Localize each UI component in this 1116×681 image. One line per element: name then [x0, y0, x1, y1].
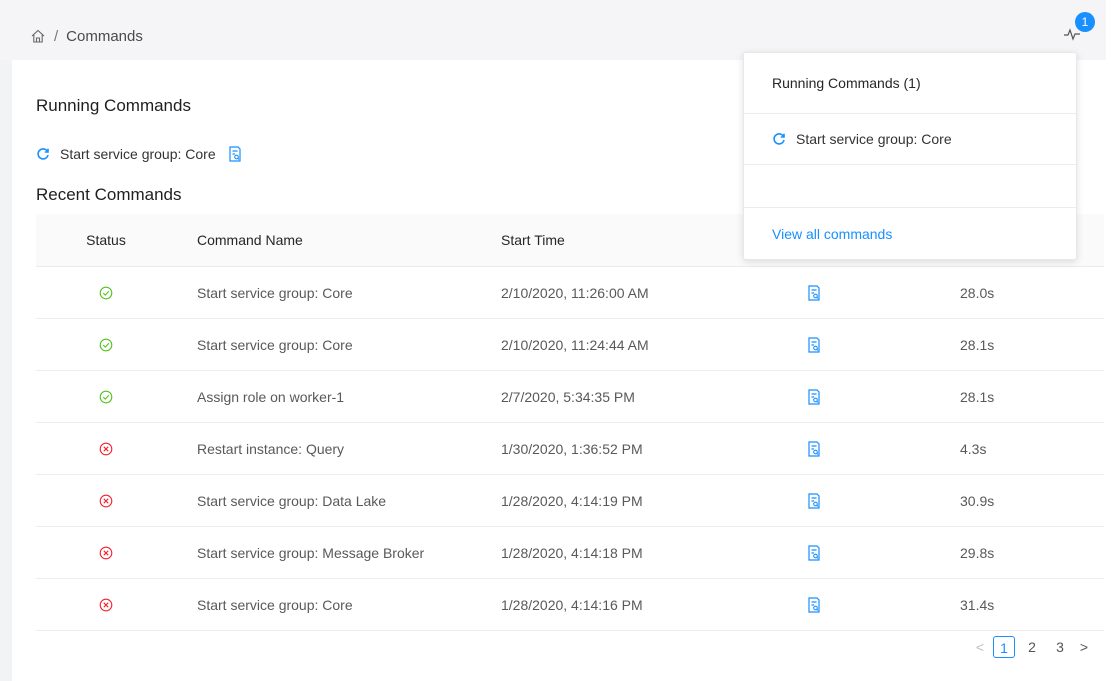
log-file-icon[interactable]	[780, 440, 940, 457]
sync-spinning-icon	[37, 148, 49, 160]
error-x-icon	[36, 442, 176, 456]
duration-cell: 28.0s	[960, 284, 995, 301]
breadcrumb-current: Commands	[66, 27, 143, 45]
start-time-cell: 2/7/2020, 5:34:35 PM	[501, 388, 635, 405]
command-name-cell: Start service group: Core	[197, 284, 353, 301]
command-name-cell: Start service group: Data Lake	[197, 492, 387, 509]
command-name-cell: Assign role on worker-1	[197, 388, 345, 405]
table-row[interactable]: Start service group: Message Broker 1/28/…	[36, 527, 1104, 579]
dropdown-running-item[interactable]: Start service group: Core	[744, 114, 1076, 165]
left-gutter	[0, 60, 12, 681]
pagination: < 1 2 3 >	[970, 636, 1094, 658]
duration-cell: 28.1s	[960, 336, 995, 353]
sync-spinning-icon	[773, 133, 785, 145]
log-file-icon[interactable]	[780, 336, 940, 353]
duration-cell: 4.3s	[960, 440, 987, 457]
dropdown-item-label: Start service group: Core	[796, 131, 952, 147]
duration-cell: 29.8s	[960, 544, 995, 561]
start-time-cell: 1/30/2020, 1:36:52 PM	[501, 440, 643, 457]
table-row[interactable]: Start service group: Data Lake 1/28/2020,…	[36, 475, 1104, 527]
notification-badge[interactable]: 1	[1075, 12, 1095, 32]
recent-commands-heading: Recent Commands	[36, 185, 182, 204]
duration-cell: 31.4s	[960, 596, 995, 613]
breadcrumb-separator: /	[54, 27, 59, 45]
start-time-cell: 2/10/2020, 11:24:44 AM	[501, 336, 649, 353]
command-name-cell: Restart instance: Query	[197, 440, 345, 457]
success-check-icon	[36, 286, 176, 300]
breadcrumb: / Commands	[30, 26, 143, 46]
command-name-cell: Start service group: Core	[197, 336, 353, 353]
dropdown-spacer	[744, 165, 1076, 208]
running-commands-dropdown: Running Commands (1) Start service group…	[743, 52, 1077, 260]
success-check-icon	[36, 390, 176, 404]
start-time-cell: 1/28/2020, 4:14:19 PM	[501, 492, 643, 509]
start-time-cell: 1/28/2020, 4:14:18 PM	[501, 544, 643, 561]
pagination-next[interactable]: >	[1074, 639, 1094, 655]
log-file-icon[interactable]	[228, 146, 242, 162]
dropdown-title: Running Commands (1)	[744, 53, 1076, 114]
column-status[interactable]: Status	[36, 232, 176, 248]
column-start-time[interactable]: Start Time	[480, 232, 780, 248]
pagination-prev[interactable]: <	[970, 639, 990, 655]
log-file-icon[interactable]	[780, 492, 940, 509]
view-all-commands-link[interactable]: View all commands	[744, 208, 1076, 260]
duration-cell: 30.9s	[960, 492, 995, 509]
error-x-icon	[36, 494, 176, 508]
pagination-page-2[interactable]: 2	[1021, 636, 1043, 658]
pagination-page-1[interactable]: 1	[993, 636, 1015, 658]
error-x-icon	[36, 598, 176, 612]
top-bar	[0, 0, 1106, 60]
error-x-icon	[36, 546, 176, 560]
table-row[interactable]: Start service group: Core 2/10/2020, 11:2…	[36, 267, 1104, 319]
running-command-label: Start service group: Core	[60, 146, 216, 162]
log-file-icon[interactable]	[780, 388, 940, 405]
start-time-cell: 1/28/2020, 4:14:16 PM	[501, 596, 643, 613]
table-row[interactable]: Start service group: Core 1/28/2020, 4:14…	[36, 579, 1104, 631]
success-check-icon	[36, 338, 176, 352]
table-row[interactable]: Start service group: Core 2/10/2020, 11:2…	[36, 319, 1104, 371]
command-name-cell: Start service group: Message Broker	[197, 544, 425, 561]
column-command-name[interactable]: Command Name	[176, 232, 480, 248]
home-icon[interactable]	[30, 28, 46, 44]
running-commands-heading: Running Commands	[36, 96, 191, 115]
pagination-page-3[interactable]: 3	[1049, 636, 1071, 658]
duration-cell: 28.1s	[960, 388, 995, 405]
log-file-icon[interactable]	[780, 284, 940, 301]
command-name-cell: Start service group: Core	[197, 596, 353, 613]
table-row[interactable]: Assign role on worker-1 2/7/2020, 5:34:35…	[36, 371, 1104, 423]
recent-commands-table: Status Command Name Start Time Start ser…	[36, 214, 1104, 631]
start-time-cell: 2/10/2020, 11:26:00 AM	[501, 284, 649, 301]
running-command-item: Start service group: Core	[36, 146, 242, 162]
log-file-icon[interactable]	[780, 596, 940, 613]
table-row[interactable]: Restart instance: Query 1/30/2020, 1:36:5…	[36, 423, 1104, 475]
log-file-icon[interactable]	[780, 544, 940, 561]
